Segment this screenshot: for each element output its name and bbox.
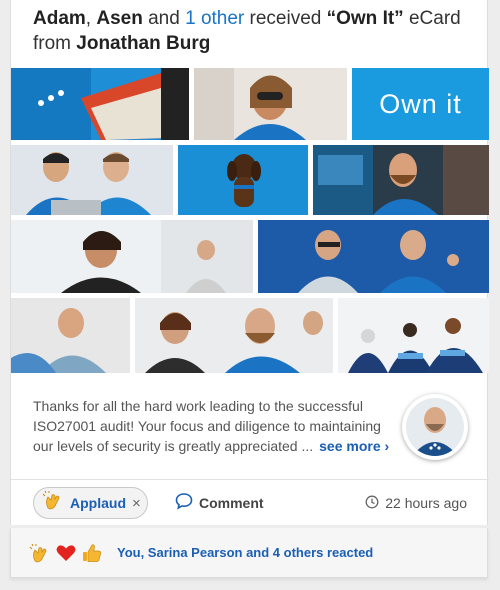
see-more-link[interactable]: see more ›	[319, 438, 389, 454]
collage-photo-woman-glasses	[194, 68, 347, 140]
post-headline: Adam, Asen and 1 other received “Own It”…	[33, 6, 473, 56]
own-it-tile-text: Own it	[379, 88, 462, 119]
clapping-hands-icon	[29, 542, 51, 569]
recipient-name[interactable]: Adam	[33, 8, 86, 29]
comment-label: Comment	[199, 495, 264, 511]
headline-separator: ,	[85, 8, 97, 29]
reaction-icons[interactable]	[29, 542, 103, 569]
recipient-name[interactable]: Asen	[96, 8, 142, 29]
other-recipients-link[interactable]: 1 other	[185, 8, 244, 29]
post-timestamp: 22 hours ago	[365, 487, 467, 519]
clapping-hands-icon	[42, 490, 64, 517]
ecard-photo-collage[interactable]: Own it	[11, 68, 489, 373]
applaud-label: Applaud	[70, 495, 126, 511]
speech-bubble-icon	[175, 492, 193, 515]
collage-photo-man-hugging	[11, 298, 130, 373]
collage-photo-laptop	[11, 68, 189, 140]
comment-button[interactable]: Comment	[175, 487, 264, 519]
headline-from: from	[33, 33, 77, 54]
ecard-post-card: Adam, Asen and 1 other received “Own It”…	[10, 0, 489, 525]
close-icon[interactable]: ×	[132, 495, 141, 512]
collage-photo-team-backs	[338, 298, 489, 373]
reactions-bar: You, Sarina Pearson and 4 others reacted	[10, 528, 488, 578]
sender-name[interactable]: Jonathan Burg	[76, 33, 210, 54]
headline-connector: and	[142, 8, 186, 29]
ecard-message: Thanks for all the hard work leading to …	[33, 396, 393, 456]
headline-verb: received	[244, 8, 327, 29]
action-bar: Applaud × Comment 22 hours ago	[11, 480, 489, 524]
collage-photo-dachshund	[178, 145, 308, 215]
collage-photo-two-men-laptop	[11, 145, 173, 215]
timestamp-text: 22 hours ago	[385, 495, 467, 511]
clock-icon	[365, 495, 379, 512]
collage-photo-woman-smiling-office	[11, 220, 253, 293]
sender-avatar[interactable]	[402, 394, 468, 460]
thumbs-up-icon	[81, 542, 103, 569]
headline-ecard-word: eCard	[403, 8, 461, 29]
reaction-summary-link[interactable]: You, Sarina Pearson and 4 others reacted	[117, 545, 373, 560]
collage-photo-bearded-man-laughing	[313, 145, 489, 215]
applaud-button[interactable]: Applaud ×	[33, 487, 148, 519]
heart-icon	[55, 542, 77, 569]
ecard-title: “Own It”	[326, 8, 404, 29]
collage-photo-group-laughing	[135, 298, 333, 373]
collage-tile-own-it: Own it	[352, 68, 489, 140]
collage-photo-men-celebrating	[258, 220, 489, 293]
avatar-image	[406, 398, 464, 456]
